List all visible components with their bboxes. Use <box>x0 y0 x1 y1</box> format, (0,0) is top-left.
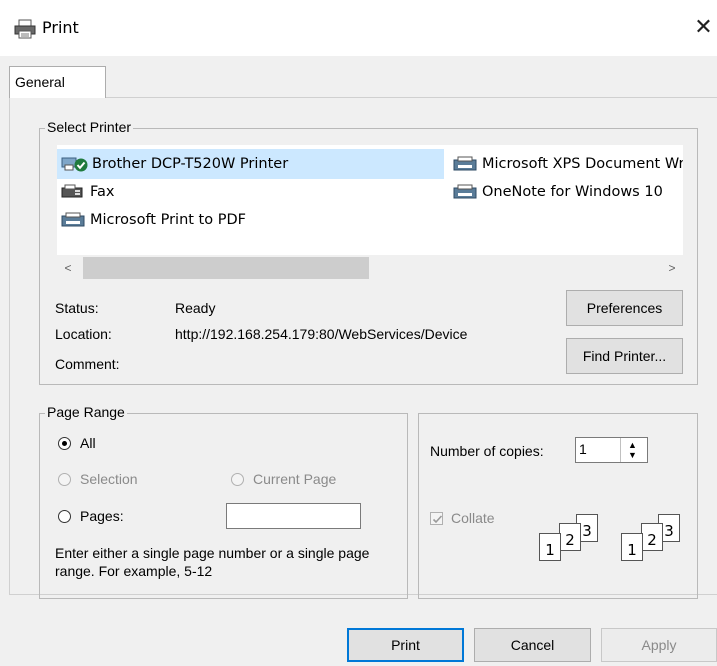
radio-pages[interactable]: Pages: <box>58 508 124 524</box>
scroll-right-arrow-icon[interactable]: > <box>661 255 683 281</box>
copies-group <box>418 413 698 599</box>
page-range-help-text: Enter either a single page number or a s… <box>55 545 370 579</box>
spin-up-icon[interactable]: ▲ <box>628 440 637 450</box>
scroll-left-arrow-icon[interactable]: < <box>57 255 79 281</box>
printer-name: Brother DCP-T520W Printer <box>92 156 289 172</box>
radio-pages-label: Pages: <box>80 508 124 524</box>
radio-button <box>231 472 244 486</box>
collate-label: Collate <box>451 510 495 526</box>
scrollbar-thumb[interactable] <box>83 257 369 279</box>
tab-general[interactable]: General <box>9 66 106 98</box>
title-bar <box>0 0 717 56</box>
collate-page: 2 <box>559 523 581 551</box>
select-printer-legend: Select Printer <box>45 119 134 135</box>
copies-label: Number of copies: <box>430 443 544 459</box>
printer-name: Microsoft XPS Document Writer <box>482 156 683 172</box>
printer-icon <box>453 184 477 199</box>
location-label: Location: <box>55 326 112 342</box>
window-title: Print <box>42 18 79 37</box>
radio-button <box>58 472 71 486</box>
radio-button[interactable] <box>58 436 71 450</box>
radio-current-page-label: Current Page <box>253 471 337 487</box>
printer-default-icon <box>61 157 88 172</box>
printer-name: Fax <box>90 184 115 200</box>
spin-down-icon[interactable]: ▼ <box>628 450 637 460</box>
collate-checkbox <box>430 511 443 525</box>
preferences-button[interactable]: Preferences <box>566 290 683 326</box>
location-value: http://192.168.254.179:80/WebServices/De… <box>175 326 468 342</box>
printer-icon <box>453 156 477 171</box>
comment-label: Comment: <box>55 356 120 372</box>
find-printer-button[interactable]: Find Printer... <box>566 338 683 374</box>
radio-all-label: All <box>80 435 96 451</box>
printer-item-pdf[interactable]: Microsoft Print to PDF <box>60 210 246 230</box>
collate-page: 2 <box>641 523 663 551</box>
status-label: Status: <box>55 300 99 316</box>
pages-input[interactable] <box>226 503 361 529</box>
printer-item-brother[interactable]: Brother DCP-T520W Printer <box>60 154 318 174</box>
printer-name: OneNote for Windows 10 <box>482 184 663 200</box>
collate-page: 1 <box>621 533 643 561</box>
printer-item-xps[interactable]: Microsoft XPS Document Writer <box>452 154 683 174</box>
collate-checkbox-row: Collate <box>430 510 495 526</box>
radio-selection-label: Selection <box>80 471 138 487</box>
printer-icon <box>61 212 85 227</box>
page-range-legend: Page Range <box>45 404 127 420</box>
status-value: Ready <box>175 300 216 316</box>
printer-item-onenote[interactable]: OneNote for Windows 10 <box>452 182 683 202</box>
radio-selection: Selection <box>58 471 138 487</box>
print-button[interactable]: Print <box>347 628 464 662</box>
cancel-button[interactable]: Cancel <box>474 628 591 662</box>
radio-current-page: Current Page <box>231 471 336 487</box>
radio-button[interactable] <box>58 509 71 523</box>
apply-button: Apply <box>601 628 717 662</box>
collate-page: 1 <box>539 533 561 561</box>
printer-name: Microsoft Print to PDF <box>90 212 246 228</box>
close-icon[interactable]: ✕ <box>690 12 717 44</box>
fax-icon <box>61 184 83 198</box>
checkmark-icon <box>432 514 443 523</box>
printer-icon <box>14 19 36 39</box>
printer-item-fax[interactable]: Fax <box>60 182 114 202</box>
radio-all[interactable]: All <box>58 435 96 451</box>
copies-value: 1 <box>579 441 587 457</box>
